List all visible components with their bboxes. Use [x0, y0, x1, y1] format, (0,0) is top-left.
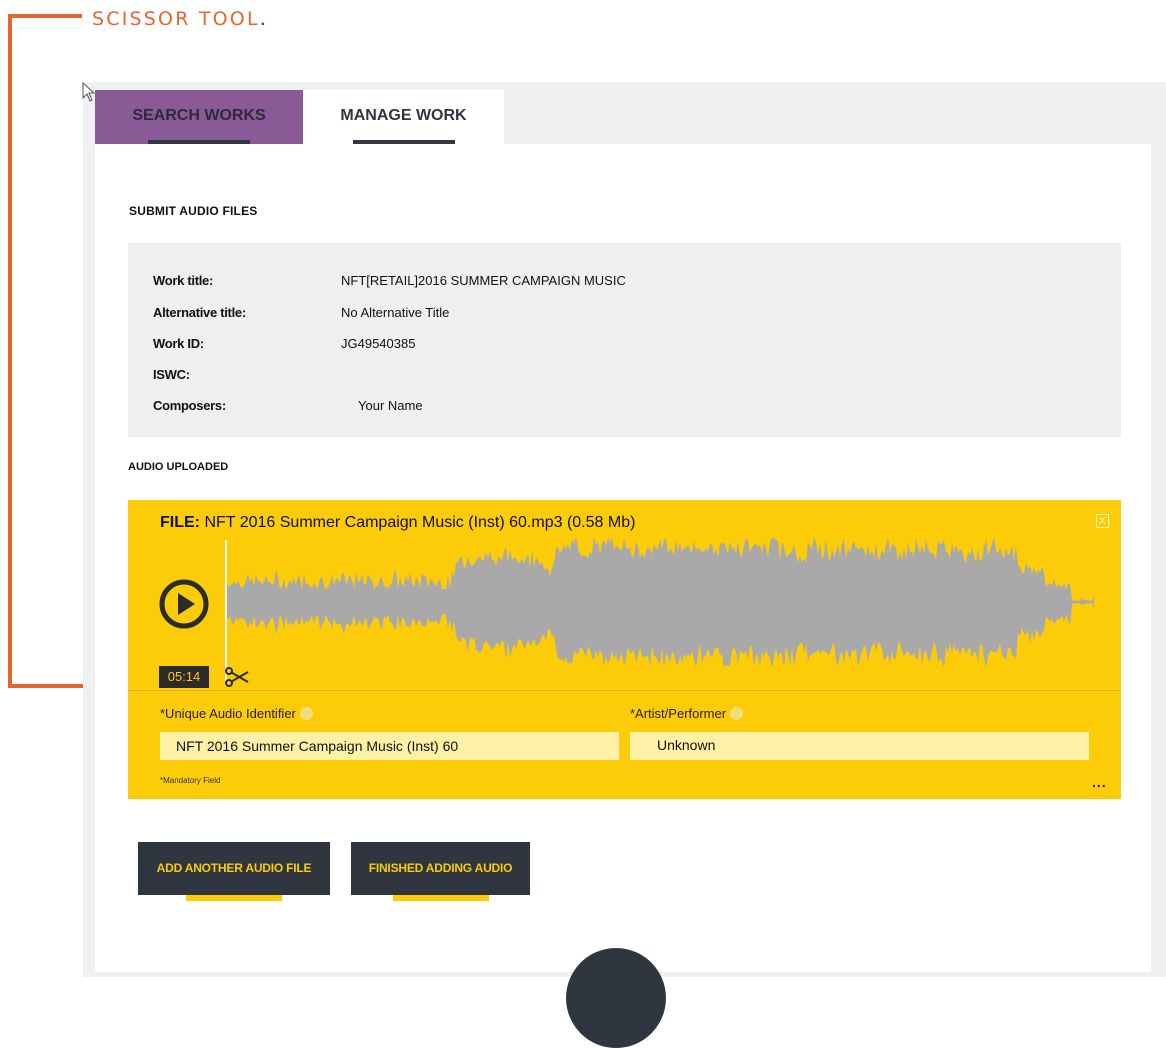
artist-input[interactable]: Unknown [630, 732, 1089, 760]
info-key: Work ID: [153, 336, 204, 351]
more-options-button[interactable]: ... [1092, 774, 1107, 790]
annotation-line-top [8, 14, 82, 18]
add-another-audio-button[interactable]: ADD ANOTHER AUDIO FILE [138, 842, 330, 901]
info-value: Your Name [358, 398, 423, 413]
tab-manage-work[interactable]: MANAGE WORK [303, 90, 504, 144]
tab-search-works[interactable]: SEARCH WORKS [95, 90, 303, 144]
section-title: SUBMIT AUDIO FILES [129, 204, 258, 218]
artist-label-text: *Artist/Performer [630, 706, 727, 721]
cursor-arrow-icon [82, 82, 96, 102]
audio-waveform[interactable] [226, 538, 1094, 666]
tab-manage-work-label: MANAGE WORK [340, 107, 467, 124]
waveform-shape [226, 538, 1094, 666]
info-value: No Alternative Title [341, 305, 450, 320]
artist-input-value: Unknown [657, 737, 716, 753]
uai-input[interactable]: NFT 2016 Summer Campaign Music (Inst) 60 [160, 732, 619, 760]
artist-label: *Artist/Performer [630, 706, 744, 721]
close-icon[interactable]: X [1096, 514, 1109, 528]
button-underline [186, 895, 282, 901]
info-key: ISWC: [153, 367, 190, 382]
time-display: 05:14 [159, 666, 209, 688]
play-icon[interactable] [158, 578, 210, 630]
info-value: JG49540385 [341, 336, 416, 351]
audio-uploaded-heading: AUDIO UPLOADED [128, 461, 229, 473]
info-key: Composers: [153, 398, 226, 413]
info-icon[interactable] [730, 707, 744, 720]
scissors-icon[interactable] [224, 666, 250, 688]
info-value: NFT[RETAIL]2016 SUMMER CAMPAIGN MUSIC [341, 273, 626, 288]
tab-search-works-label: SEARCH WORKS [132, 107, 266, 124]
file-title: FILE: NFT 2016 Summer Campaign Music (In… [160, 514, 635, 532]
playhead-line[interactable] [225, 540, 227, 686]
finished-adding-audio-label: FINISHED ADDING AUDIO [368, 861, 513, 875]
mandatory-note: *Mandatory Field [160, 776, 221, 785]
info-key: Alternative title: [153, 305, 246, 320]
add-another-audio-label: ADD ANOTHER AUDIO FILE [156, 861, 312, 875]
annotation-line-vertical [8, 14, 12, 688]
finished-adding-audio-button[interactable]: FINISHED ADDING AUDIO [351, 842, 530, 901]
uai-label-text: *Unique Audio Identifier [160, 706, 296, 721]
scissor-tool-annotation: SCISSOR TOOL. [92, 8, 266, 30]
uai-label: *Unique Audio Identifier [160, 706, 313, 721]
info-icon[interactable] [299, 707, 313, 720]
button-underline [392, 895, 489, 901]
info-key: Work title: [153, 273, 214, 288]
file-name: NFT 2016 Summer Campaign Music (Inst) 60… [200, 514, 636, 531]
uai-input-value: NFT 2016 Summer Campaign Music (Inst) 60 [176, 738, 459, 754]
file-prefix: FILE: [160, 514, 200, 531]
card-divider [128, 690, 1121, 691]
floating-circle[interactable] [566, 948, 666, 1048]
